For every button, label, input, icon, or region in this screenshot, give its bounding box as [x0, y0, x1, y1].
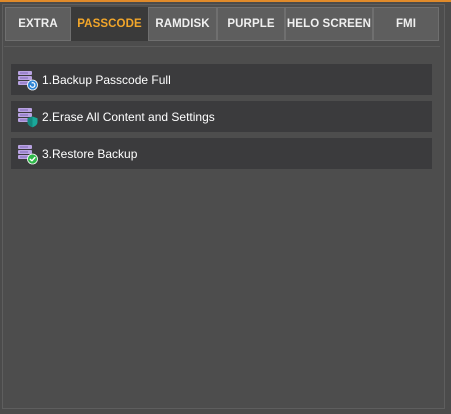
database-shield-icon: [17, 106, 39, 128]
backup-passcode-full-button[interactable]: 1.Backup Passcode Full: [11, 64, 432, 95]
erase-all-content-button[interactable]: 2.Erase All Content and Settings: [11, 101, 432, 132]
passcode-menu-list: 1.Backup Passcode Full 2.Erase All Conte…: [11, 64, 432, 175]
database-backup-icon: [17, 69, 39, 91]
tab-helo-screen[interactable]: HELO SCREEN: [285, 7, 373, 41]
tab-fmi[interactable]: FMI: [373, 7, 439, 41]
window-top-accent: [0, 0, 451, 2]
tab-extra[interactable]: EXTRA: [5, 7, 71, 41]
tab-divider: [4, 46, 440, 47]
backup-passcode-full-label: 1.Backup Passcode Full: [42, 72, 171, 87]
restore-backup-button[interactable]: 3.Restore Backup: [11, 138, 432, 169]
tab-purple[interactable]: PURPLE: [217, 7, 285, 41]
database-check-icon: [17, 143, 39, 165]
tab-bar: EXTRA PASSCODE RAMDISK PURPLE HELO SCREE…: [5, 7, 439, 41]
erase-all-content-label: 2.Erase All Content and Settings: [42, 109, 215, 124]
tab-passcode[interactable]: PASSCODE: [71, 7, 148, 41]
tab-ramdisk[interactable]: RAMDISK: [148, 7, 217, 41]
restore-backup-label: 3.Restore Backup: [42, 146, 138, 161]
